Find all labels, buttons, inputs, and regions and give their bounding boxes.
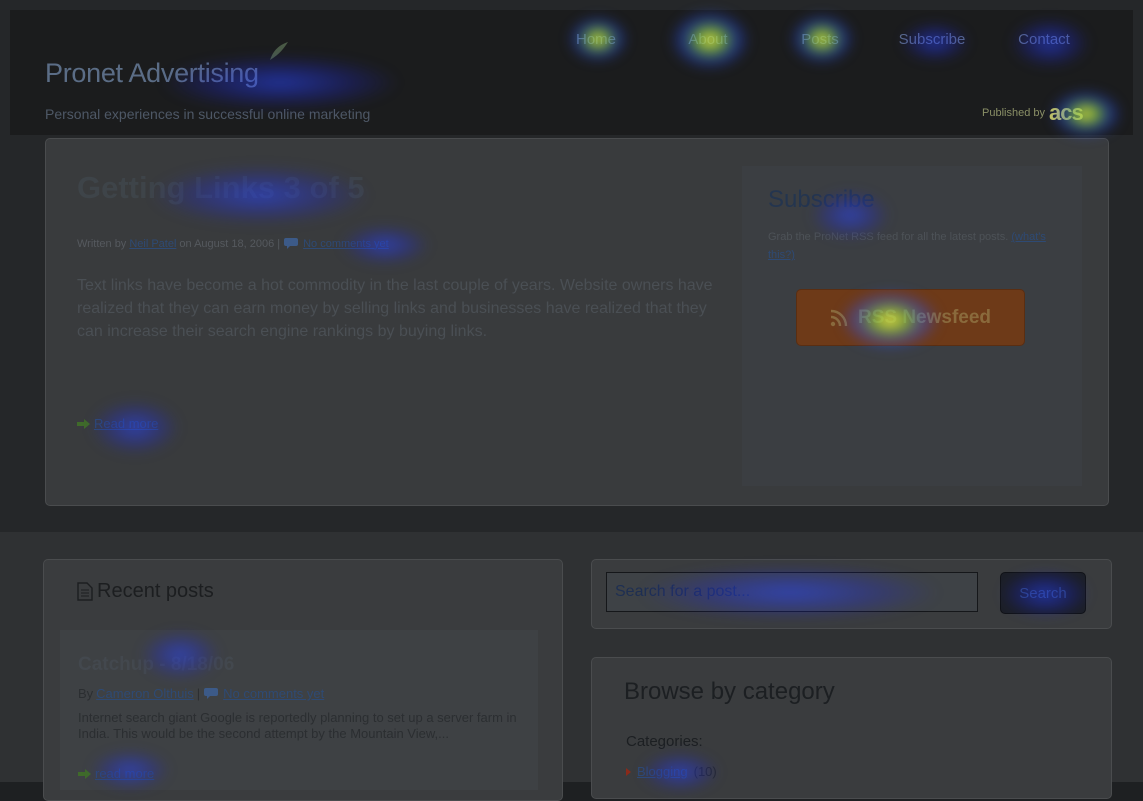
comment-bubble-icon bbox=[204, 688, 219, 699]
featured-post-meta: Written by Neil Patel on August 18, 2006… bbox=[77, 237, 389, 250]
recent-posts-heading: Recent posts bbox=[77, 580, 214, 603]
meta-separator: | bbox=[196, 686, 201, 701]
subscribe-description: Grab the ProNet RSS feed for all the lat… bbox=[768, 231, 1009, 243]
recent-post-title[interactable]: Catchup - 8/18/06 bbox=[78, 654, 234, 676]
rss-icon bbox=[830, 309, 848, 326]
green-arrow-icon bbox=[77, 418, 90, 429]
meta-prefix: Written by bbox=[77, 237, 127, 250]
featured-post-title[interactable]: Getting Links 3 of 5 bbox=[77, 170, 365, 206]
site-tagline: Personal experiences in successful onlin… bbox=[45, 106, 371, 122]
nav-subscribe[interactable]: Subscribe bbox=[876, 10, 988, 68]
post-date: on August 18, 2006 | bbox=[179, 237, 281, 250]
subscribe-text: Grab the ProNet RSS feed for all the lat… bbox=[768, 228, 1068, 264]
read-more-link[interactable]: Read more bbox=[94, 416, 158, 431]
subscribe-title: Subscribe bbox=[768, 186, 875, 213]
read-more[interactable]: Read more bbox=[77, 416, 158, 431]
recent-author-link[interactable]: Cameron Olthuis bbox=[96, 686, 194, 701]
published-by-label: Published by bbox=[982, 107, 1045, 119]
categories-label: Categories: bbox=[626, 733, 703, 750]
rss-newsfeed-button[interactable]: RSS Newsfeed bbox=[796, 289, 1025, 346]
bullet-icon bbox=[626, 767, 631, 776]
search-input[interactable] bbox=[606, 572, 978, 612]
leaf-logo-icon bbox=[270, 42, 288, 60]
recent-post-meta: By Cameron Olthuis | No comments yet bbox=[78, 686, 324, 701]
green-arrow-icon bbox=[78, 768, 91, 779]
acs-logo: acs bbox=[1049, 100, 1084, 125]
browse-category-title: Browse by category bbox=[624, 678, 835, 705]
category-item[interactable]: Blogging (10) bbox=[626, 764, 717, 779]
recent-post-excerpt: Internet search giant Google is reported… bbox=[78, 710, 517, 741]
category-count: (10) bbox=[693, 764, 717, 779]
nav-about[interactable]: About bbox=[652, 10, 764, 68]
category-blogging-link[interactable]: Blogging bbox=[637, 764, 688, 779]
recent-read-more-link[interactable]: read more bbox=[95, 766, 154, 781]
recent-comments-link[interactable]: No comments yet bbox=[223, 686, 324, 701]
by-label: By bbox=[78, 686, 94, 701]
author-link[interactable]: Neil Patel bbox=[129, 238, 176, 250]
search-button[interactable]: Search bbox=[1000, 572, 1086, 614]
nav-contact[interactable]: Contact bbox=[988, 10, 1100, 68]
nav-posts[interactable]: Posts bbox=[764, 10, 876, 68]
publisher-badge[interactable]: Published by acs bbox=[982, 100, 1084, 126]
nav-home[interactable]: Home bbox=[540, 10, 652, 68]
document-icon bbox=[77, 582, 93, 601]
comments-link[interactable]: No comments yet bbox=[303, 238, 389, 250]
main-nav: Home About Posts Subscribe Contact bbox=[540, 10, 1100, 68]
recent-posts-title: Recent posts bbox=[97, 580, 214, 602]
rss-button-label: RSS Newsfeed bbox=[857, 306, 992, 328]
recent-read-more[interactable]: read more bbox=[78, 766, 154, 781]
site-title[interactable]: Pronet Advertising bbox=[45, 58, 259, 89]
featured-post-excerpt: Text links have become a hot commodity i… bbox=[77, 277, 713, 340]
comment-bubble-icon bbox=[284, 238, 299, 249]
